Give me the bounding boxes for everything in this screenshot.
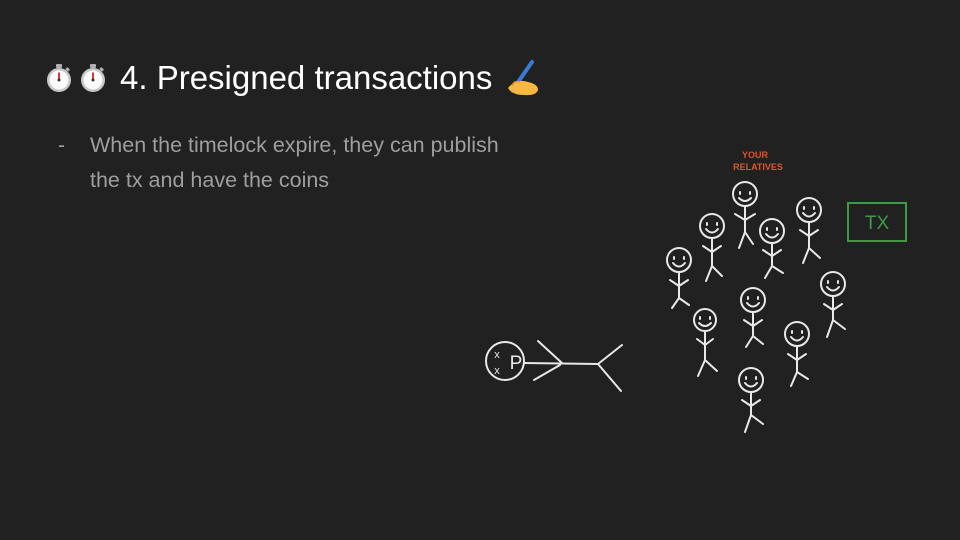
relative-figure (796, 197, 822, 264)
dead-eye: x (494, 349, 500, 361)
relatives-illustration: YOUR RELATIVES TX x x P (485, 150, 907, 433)
relative-figure (784, 321, 810, 387)
relative-figure (740, 287, 766, 348)
relative-figure (666, 247, 692, 309)
relative-figure (738, 367, 764, 433)
tx-box: TX (847, 202, 907, 242)
relative-figure (693, 308, 718, 377)
relative-figure (732, 181, 758, 249)
relative-figure (759, 218, 785, 279)
slide: 4. Presigned transactions - When the tim… (0, 0, 960, 540)
relative-figure (820, 271, 846, 338)
dead-person-figure: x x P (485, 340, 623, 392)
relative-figure (699, 213, 725, 282)
relatives-label-line1: YOUR (742, 150, 769, 160)
person-label: P (510, 353, 523, 374)
tx-label: TX (865, 213, 890, 234)
relatives-label-line2: RELATIVES (733, 162, 783, 172)
dead-eye: x (494, 365, 500, 377)
